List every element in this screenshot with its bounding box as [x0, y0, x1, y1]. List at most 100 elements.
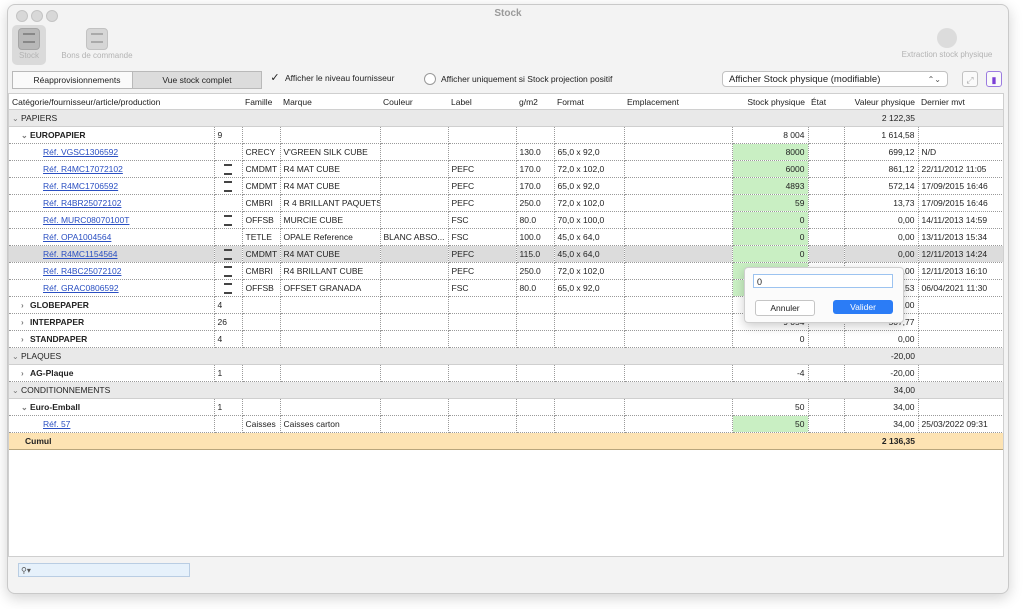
stock-physique-editable-cell[interactable]: 59 [732, 194, 809, 212]
chevron-down-icon[interactable]: ⌄ [12, 114, 21, 123]
article-row[interactable]: Réf. OPA1004564 TETLE OPALE Reference BLANC… [9, 228, 1003, 246]
article-dernier-mvt: 17/09/2015 16:46 [918, 177, 1003, 195]
article-ref-link[interactable]: Réf. R4MC17072102 [43, 164, 123, 174]
supplier-name-cell[interactable]: ⌄ EUROPAPIER [9, 126, 215, 144]
empty-cell [280, 330, 381, 348]
empty-cell [554, 381, 624, 399]
export-file-button[interactable]: ▮ [986, 71, 1002, 87]
supplier-article-count: 1 [214, 398, 243, 416]
col-header-label[interactable]: Label [448, 94, 516, 110]
tab-vue-stock-complet[interactable]: Vue stock complet [132, 71, 262, 89]
empty-cell [242, 347, 280, 365]
stock-physique-editable-cell[interactable]: 0 [732, 211, 809, 229]
col-header-gm2[interactable]: g/m2 [516, 94, 554, 110]
supplier-name-cell[interactable]: › AG-Plaque [9, 364, 215, 382]
stock-table-container[interactable]: Catégorie/fournisseur/article/production… [8, 93, 1004, 557]
article-row[interactable]: Réf. VGSC1306592 CRECY V'GREEN SILK CUBE 13… [9, 143, 1003, 161]
supplier-name-cell[interactable]: ⌄ Euro-Emball [9, 398, 215, 416]
chevron-right-icon[interactable]: › [21, 369, 30, 378]
article-ref-link[interactable]: Réf. GRAC0806592 [43, 283, 119, 293]
stock-physique-editable-cell[interactable]: 8000 [732, 143, 809, 161]
search-field[interactable]: ⚲▾ [18, 563, 190, 577]
valider-button[interactable]: Valider [833, 300, 893, 314]
supplier-row[interactable]: › AG-Plaque 1 -4 -20,00 [9, 364, 1003, 382]
article-gm2: 80.0 [516, 211, 555, 229]
supplier-row[interactable]: › STANDPAPER 4 0 0,00 [9, 330, 1003, 348]
stock-physique-editable-cell[interactable]: 6000 [732, 160, 809, 178]
article-ref-cell: Réf. R4BR25072102 [9, 194, 215, 212]
article-ref-link[interactable]: Réf. R4BC25072102 [43, 266, 121, 276]
zoom-window-button[interactable] [46, 10, 58, 22]
stock-physique-editable-cell[interactable]: 4893 [732, 177, 809, 195]
stock-physique-editable-cell[interactable]: 0 [732, 228, 809, 246]
chevron-down-icon[interactable]: ⌄ [21, 131, 30, 140]
col-header-stock-physique[interactable]: Stock physique [732, 94, 808, 110]
supplier-name-cell[interactable]: › GLOBEPAPER [9, 296, 215, 314]
stock-display-select[interactable]: Afficher Stock physique (modifiable) ⌃⌄ [722, 71, 948, 87]
col-header-emplacement[interactable]: Emplacement [624, 94, 732, 110]
minimize-window-button[interactable] [31, 10, 43, 22]
article-row[interactable]: Réf. MURC08070100T OFFSB MURCIE CUBE FSC 80.… [9, 211, 1003, 229]
col-header-marque[interactable]: Marque [280, 94, 380, 110]
category-name-cell[interactable]: ⌄ PLAQUES [9, 347, 214, 365]
chevron-right-icon[interactable]: › [21, 318, 30, 327]
article-row[interactable]: Réf. R4MC17072102 CMDMT R4 MAT CUBE PEFC 170… [9, 160, 1003, 178]
col-header-etat[interactable]: État [808, 94, 844, 110]
col-header-icon[interactable] [214, 94, 242, 110]
empty-cell [448, 432, 516, 450]
empty-cell [918, 347, 1003, 365]
checkbox-stock-projection[interactable]: Afficher uniquement si Stock projection … [424, 73, 612, 85]
bons-de-commande-toolbar-button[interactable]: Bons de commande [52, 25, 142, 65]
col-header-dernier-mvt[interactable]: Dernier mvt [918, 94, 1003, 110]
article-famille: CMDMT [242, 245, 281, 263]
category-row[interactable]: ⌄ PAPIERS 2 122,35 [9, 109, 1003, 127]
empty-cell [554, 398, 625, 416]
category-name-cell[interactable]: ⌄ PAPIERS [9, 109, 214, 127]
article-row[interactable]: Réf. R4MC1706592 CMDMT R4 MAT CUBE PEFC 170.… [9, 177, 1003, 195]
article-row[interactable]: Réf. 57 Caisses Caisses carton 50 34,00 25/03… [9, 415, 1003, 433]
annuler-button[interactable]: Annuler [755, 300, 815, 316]
article-ref-link[interactable]: Réf. R4BR25072102 [43, 198, 121, 208]
tab-reapprovisionnements[interactable]: Réapprovisionnements [12, 71, 142, 89]
category-valeur: 34,00 [844, 381, 918, 399]
checkbox-niveau-fournisseur[interactable]: ✓ Afficher le niveau fournisseur [270, 73, 394, 84]
expand-collapse-button[interactable]: ⤢ [962, 71, 978, 87]
article-row[interactable]: Réf. R4MC1154564 CMDMT R4 MAT CUBE PEFC 115.… [9, 245, 1003, 263]
article-ref-link[interactable]: Réf. MURC08070100T [43, 215, 129, 225]
empty-cell [448, 330, 517, 348]
category-row[interactable]: ⌄ CONDITIONNEMENTS 34,00 [9, 381, 1003, 399]
stock-toolbar-button[interactable]: Stock [12, 25, 46, 65]
chevron-right-icon[interactable]: › [21, 301, 30, 310]
close-window-button[interactable] [16, 10, 28, 22]
article-valeur: 0,00 [844, 228, 919, 246]
stock-value-input[interactable]: 0 [753, 274, 893, 288]
chevron-down-icon[interactable]: ⌄ [21, 403, 30, 412]
article-ref-link[interactable]: Réf. OPA1004564 [43, 232, 111, 242]
stock-window: Stock Stock Bons de commande Extraction … [7, 4, 1009, 594]
article-ref-link[interactable]: Réf. R4MC1154564 [43, 249, 118, 259]
chevron-down-icon[interactable]: ⌄ [12, 386, 21, 395]
supplier-row[interactable]: ⌄ Euro-Emball 1 50 34,00 [9, 398, 1003, 416]
supplier-name-cell[interactable]: › INTERPAPER [9, 313, 215, 331]
col-header-famille[interactable]: Famille [242, 94, 280, 110]
supplier-row[interactable]: ⌄ EUROPAPIER 9 8 004 1 614,58 [9, 126, 1003, 144]
stock-physique-editable-cell[interactable]: 50 [732, 415, 809, 433]
category-name-cell[interactable]: ⌄ CONDITIONNEMENTS [9, 381, 214, 399]
article-ref-link[interactable]: Réf. 57 [43, 419, 70, 429]
col-header-categorie[interactable]: Catégorie/fournisseur/article/production [9, 94, 214, 110]
category-row[interactable]: ⌄ PLAQUES -20,00 [9, 347, 1003, 365]
article-ref-link[interactable]: Réf. R4MC1706592 [43, 181, 118, 191]
chevron-down-icon[interactable]: ⌄ [12, 352, 21, 361]
extraction-stock-toolbar-button[interactable]: Extraction stock physique [892, 25, 1002, 65]
supplier-name-cell[interactable]: › STANDPAPER [9, 330, 215, 348]
article-ref-link[interactable]: Réf. VGSC1306592 [43, 147, 118, 157]
article-etat [808, 160, 845, 178]
supplier-article-count: 1 [214, 364, 243, 382]
col-header-format[interactable]: Format [554, 94, 624, 110]
empty-cell [918, 109, 1003, 127]
article-row[interactable]: Réf. R4BR25072102 CMBRI R 4 BRILLANT PAQUE… [9, 194, 1003, 212]
col-header-valeur-physique[interactable]: Valeur physique [844, 94, 918, 110]
chevron-right-icon[interactable]: › [21, 335, 30, 344]
stock-physique-editable-cell[interactable]: 0 [732, 245, 809, 263]
col-header-couleur[interactable]: Couleur [380, 94, 448, 110]
